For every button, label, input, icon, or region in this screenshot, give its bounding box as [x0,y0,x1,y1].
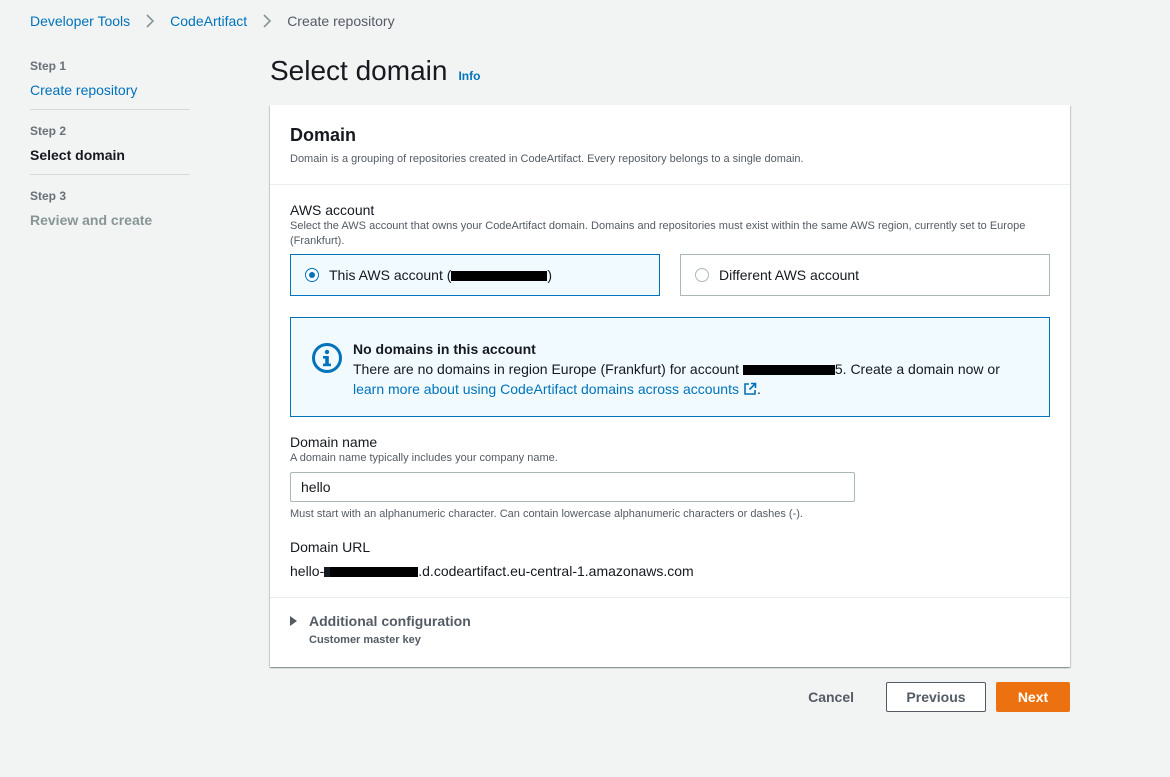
next-button[interactable]: Next [996,682,1070,712]
container-description: Domain is a grouping of repositories cre… [290,153,804,165]
alert-body-suffix: . Create a domain now or [842,361,1000,377]
wizard-steps: Step 1 Create repository Step 2 Select d… [30,58,190,252]
page-title: Select domain [270,55,448,86]
domain-container: Domain Domain is a grouping of repositor… [270,105,1070,667]
additional-configuration-title: Additional configuration [309,613,471,629]
domain-name-input[interactable]: hello [290,472,855,502]
wizard-step-1: Step 1 Create repository [30,58,190,110]
aws-account-tiles: This AWS account () Different AWS accoun… [290,254,1050,296]
wizard-step-3: Step 3 Review and create [30,188,190,239]
domain-url-value: hello- .d.codeartifact.eu-central-1.amazo… [290,563,1050,579]
info-link[interactable]: Info [458,69,480,83]
additional-configuration-description: Customer master key [309,634,421,646]
radio-button-checked[interactable] [305,268,319,282]
this-aws-account-text: This AWS account ( [329,267,452,283]
wizard-actions: Cancel Previous Next [788,682,1070,712]
info-icon [312,343,342,373]
radio-button[interactable] [695,268,709,282]
step-link-create-repository[interactable]: Create repository [30,80,190,100]
redacted-account-id [330,567,419,578]
redacted-account-id [451,271,548,282]
breadcrumb-developer-tools[interactable]: Developer Tools [30,13,130,29]
additional-configuration: Additional configuration Customer master… [290,613,471,646]
domain-url-prefix: hello- [290,563,325,579]
step-number: Step 1 [30,59,67,73]
this-aws-account-tile[interactable]: This AWS account () [290,254,660,296]
breadcrumb-current: Create repository [287,13,395,29]
alert-title: No domains in this account [353,341,536,357]
step-current-select-domain: Select domain [30,147,125,163]
step-number: Step 2 [30,124,67,138]
wizard-step-2: Step 2 Select domain [30,123,190,175]
divider [270,597,1070,598]
chevron-right-icon [146,14,155,28]
page-heading: Select domain Info [270,55,480,87]
alert-end: . [756,381,761,397]
domain-name-field: Domain name A domain name typically incl… [290,433,1050,520]
no-domains-alert: No domains in this account There are no … [290,317,1050,417]
alert-body: There are no domains in region Europe (F… [353,359,1000,399]
container-title: Domain [290,125,357,145]
aws-account-description: Select the AWS account that owns your Co… [290,220,1026,247]
domain-name-constraint: Must start with an alphanumeric characte… [290,508,803,520]
this-aws-account-label: This AWS account () [329,267,552,283]
previous-button[interactable]: Previous [886,682,986,712]
alert-body-text: There are no domains in region Europe (F… [353,361,743,377]
domain-url-field: Domain URL hello- .d.codeartifact.eu-cent… [290,538,1050,579]
external-link-icon [744,382,757,395]
additional-configuration-toggle[interactable]: Additional configuration [290,613,471,629]
this-aws-account-suffix: ) [547,267,553,283]
step-review-and-create: Review and create [30,212,153,228]
domain-name-label: Domain name [290,434,378,450]
different-aws-account-label: Different AWS account [719,267,860,283]
cancel-button[interactable]: Cancel [788,682,874,712]
different-aws-account-tile[interactable]: Different AWS account [680,254,1050,296]
aws-account-field: AWS account Select the AWS account that … [290,201,1050,296]
account-id-tail: 5 [834,361,843,377]
alert-content: No domains in this account There are no … [353,340,1000,416]
container-header: Domain Domain is a grouping of repositor… [270,105,1070,185]
domain-name-description: A domain name typically includes your co… [290,452,558,464]
domain-url-label: Domain URL [290,539,371,555]
step-number: Step 3 [30,189,67,203]
learn-more-link[interactable]: learn more about using CodeArtifact doma… [353,381,757,397]
breadcrumb: Developer Tools CodeArtifact Create repo… [30,11,395,31]
redacted-account-id [742,365,835,376]
domain-url-suffix: .d.codeartifact.eu-central-1.amazonaws.c… [418,563,694,579]
aws-account-label: AWS account [290,202,375,218]
breadcrumb-codeartifact[interactable]: CodeArtifact [170,13,247,29]
learn-more-link-text: learn more about using CodeArtifact doma… [353,381,739,397]
caret-right-icon [290,616,297,626]
chevron-right-icon [263,14,272,28]
